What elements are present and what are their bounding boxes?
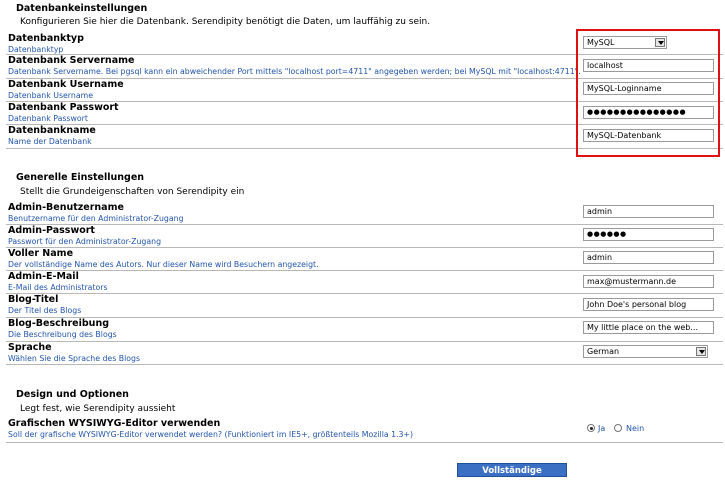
wysiwyg-yes-radio[interactable] [587,424,595,432]
database-servername-hint: Datenbank Servername. Bei pgsql kann ein… [8,67,581,76]
general-section-description: Stellt die Grundeigenschaften von Serend… [20,187,245,197]
admin-email-label: Admin-E-Mail [8,271,79,282]
wysiwyg-hint: Soll der grafische WYSIWYG-Editor verwen… [8,430,414,439]
database-servername-label: Datenbank Servername [8,55,135,66]
wysiwyg-yes-label[interactable]: Ja [598,424,605,433]
blog-title-hint: Der Titel des Blogs [8,306,82,315]
database-name-label: Datenbankname [8,125,96,136]
admin-email-hint: E-Mail des Administrators [8,283,108,292]
database-username-hint: Datenbank Username [8,91,93,100]
database-section-title: Datenbankeinstellungen [16,3,148,14]
database-type-label: Datenbanktyp [8,33,84,44]
database-type-hint: Datenbanktyp [8,45,64,54]
full-name-input[interactable]: admin [583,251,714,264]
design-section-description: Legt fest, wie Serendipity aussieht [20,404,176,414]
language-value: German [587,347,620,356]
admin-username-input[interactable]: admin [583,205,714,218]
full-name-label: Voller Name [8,248,74,259]
design-section-title: Design und Optionen [16,389,129,400]
blog-description-hint: Die Beschreibung des Blogs [8,330,117,339]
full-name-hint: Der vollständige Name des Autors. Nur di… [8,260,319,269]
language-hint: Wählen Sie die Sprache des Blogs [8,354,141,363]
language-label: Sprache [8,342,52,353]
admin-password-label: Admin-Passwort [8,225,95,236]
chevron-down-icon[interactable] [696,347,706,356]
database-section-description: Konfigurieren Sie hier die Datenbank. Se… [20,17,431,27]
database-username-label: Datenbank Username [8,79,124,90]
database-password-hint: Datenbank Passwort [8,114,88,123]
full-installation-button[interactable]: Vollständige Installation [457,463,567,488]
wysiwyg-label: Grafischen WYSIWYG-Editor verwenden [8,418,221,429]
admin-email-input[interactable]: max@mustermann.de [583,275,714,288]
admin-username-hint: Benutzername für den Administrator-Zugan… [8,214,184,223]
wysiwyg-no-label[interactable]: Nein [626,424,644,433]
highlight-box [576,29,720,157]
admin-password-input[interactable]: ●●●●●● [583,228,714,241]
admin-username-label: Admin-Benutzername [8,202,124,213]
wysiwyg-no-radio[interactable] [614,424,622,432]
database-password-label: Datenbank Passwort [8,102,119,113]
language-select[interactable]: German [583,345,708,358]
blog-title-label: Blog-Titel [8,294,59,305]
admin-password-hint: Passwort für den Administrator-Zugang [8,237,162,246]
database-name-hint: Name der Datenbank [8,137,92,146]
blog-title-input[interactable]: John Doe's personal blog [583,298,714,311]
blog-description-label: Blog-Beschreibung [8,318,110,329]
general-section-title: Generelle Einstellungen [16,172,145,183]
blog-description-input[interactable]: My little place on the web... [583,321,714,334]
